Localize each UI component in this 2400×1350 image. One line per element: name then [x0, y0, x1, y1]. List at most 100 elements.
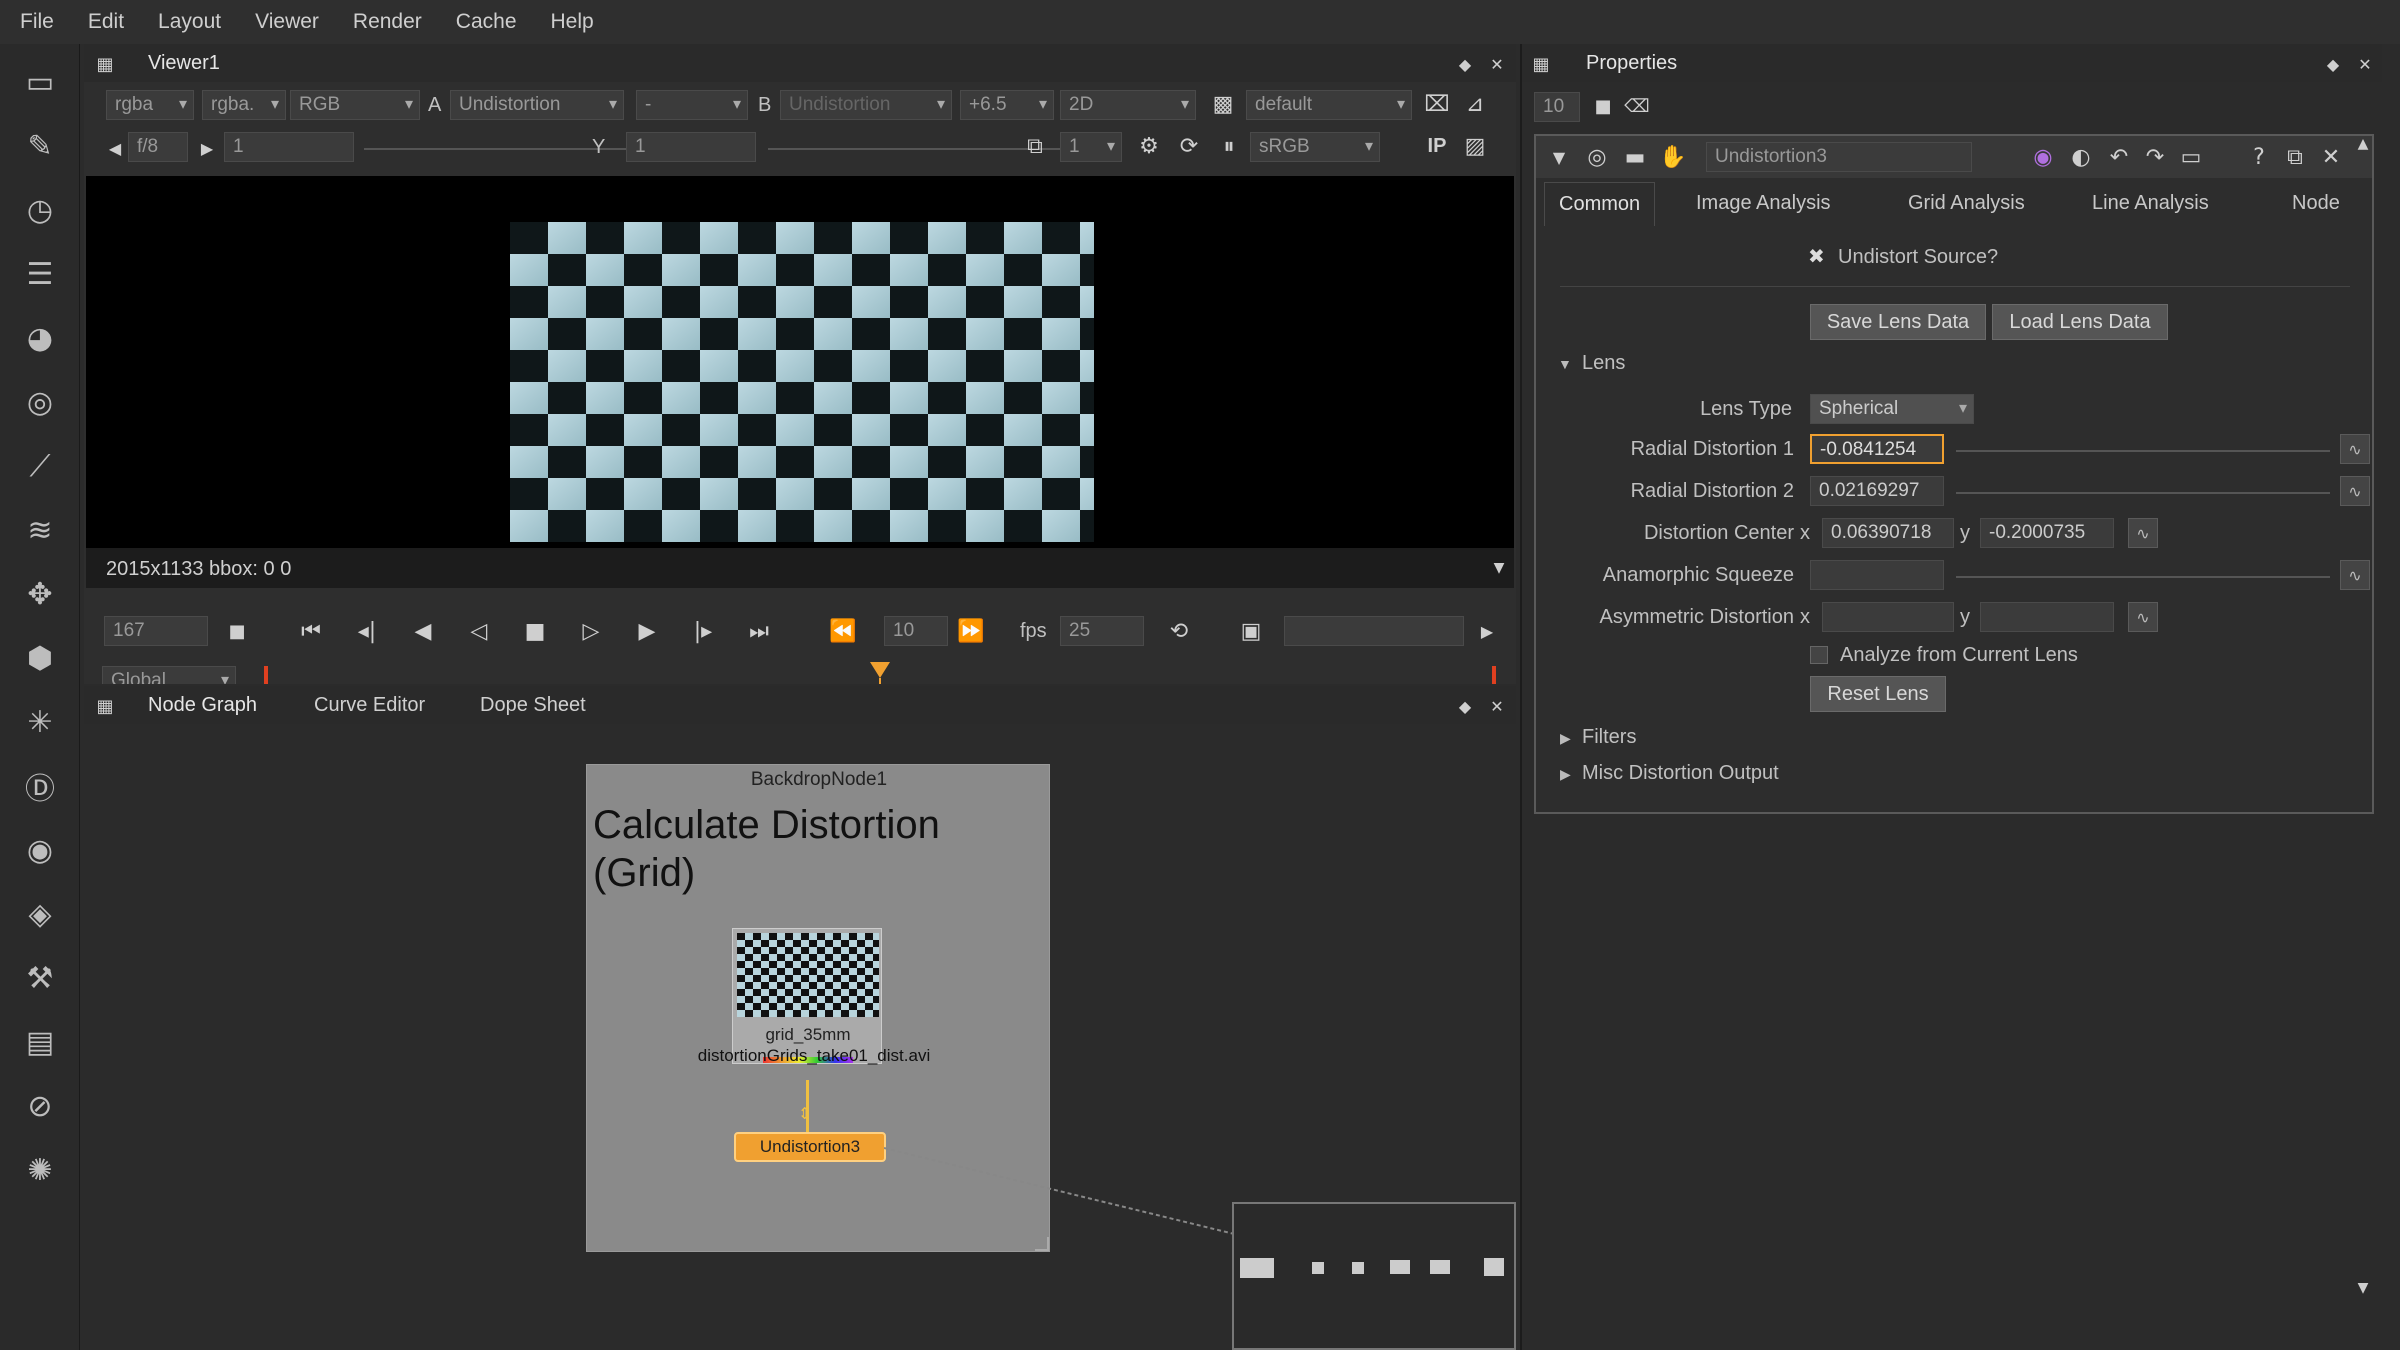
refresh-icon[interactable]: ⟳ — [1170, 128, 1208, 164]
toolsets-icon[interactable]: ⚒ — [18, 956, 62, 1000]
wipe-icon[interactable]: ▨ — [1456, 128, 1494, 164]
prev-keyframe-icon[interactable]: ◂| — [348, 613, 386, 649]
prev-frame-icon[interactable]: ◀ — [404, 613, 442, 649]
proxy-dropdown[interactable]: 1 — [1060, 132, 1122, 162]
lower-close-icon[interactable]: ✕ — [1478, 688, 1516, 724]
a-input-dropdown[interactable]: Undistortion — [450, 90, 624, 120]
proxy-icon[interactable]: ⧉ — [1016, 128, 1054, 164]
radial-distortion-2-slider[interactable] — [1956, 492, 2330, 494]
lock-icon[interactable]: ■ — [218, 613, 256, 649]
draw-icon[interactable]: ✎ — [18, 124, 62, 168]
image-read-icon[interactable]: ▭ — [18, 60, 62, 104]
step-forward-icon[interactable]: ⏩ — [952, 613, 990, 649]
tab-viewer1[interactable]: Viewer1 — [130, 52, 238, 75]
composite-dropdown[interactable]: - — [636, 90, 748, 120]
particles-icon[interactable]: ✳ — [18, 700, 62, 744]
node-color-icon[interactable]: ◉ — [2024, 139, 2062, 175]
close-icon[interactable]: ✕ — [1478, 46, 1516, 82]
radial-distortion-2-field[interactable]: 0.02169297 — [1810, 476, 1944, 506]
gpu-icon[interactable]: ⚙ — [1130, 128, 1168, 164]
viewer-node[interactable] — [1232, 1202, 1516, 1350]
flipbook-icon[interactable]: ▣ — [1232, 613, 1270, 649]
view-mode-dropdown[interactable]: 2D — [1060, 90, 1196, 120]
input-process-button[interactable]: IP — [1418, 128, 1456, 164]
lens-type-dropdown[interactable]: Spherical — [1810, 394, 1974, 424]
load-lens-button[interactable]: Load Lens Data — [1992, 304, 2168, 340]
step-back-icon[interactable]: ⏪ — [824, 613, 862, 649]
step-field[interactable]: 10 — [884, 616, 948, 646]
color-icon[interactable]: ◕ — [18, 316, 62, 360]
fps-field[interactable]: 25 — [1060, 616, 1144, 646]
anamorphic-animation-icon[interactable]: ∿ — [2340, 560, 2370, 590]
properties-close-icon[interactable]: ✕ — [2346, 46, 2384, 82]
viewer-canvas[interactable] — [86, 176, 1514, 548]
input-toggle-icon[interactable]: ▬ — [1616, 139, 1654, 175]
tab-curve-editor[interactable]: Curve Editor — [296, 694, 443, 717]
scroll-up-icon[interactable]: ▲ — [2344, 126, 2382, 162]
timeline-menu-icon[interactable]: ▶ — [1468, 613, 1506, 649]
metadata-icon[interactable]: ◈ — [18, 892, 62, 936]
help-icon[interactable]: ? — [2240, 139, 2278, 175]
max-panels-field[interactable]: 10 — [1534, 92, 1580, 122]
b-input-dropdown[interactable]: Undistortion — [780, 90, 952, 120]
read-node[interactable]: grid_35mm — [732, 928, 882, 1064]
transform-icon[interactable]: ✥ — [18, 572, 62, 616]
menu-edit[interactable]: Edit — [88, 10, 124, 34]
asymmetric-y-field[interactable] — [1980, 602, 2114, 632]
radial-distortion-1-field[interactable]: -0.0841254 — [1810, 434, 1944, 464]
asymmetric-animation-icon[interactable]: ∿ — [2128, 602, 2158, 632]
pause-icon[interactable]: ⏸ — [1210, 128, 1248, 164]
revert-icon[interactable]: ▭ — [2172, 139, 2210, 175]
tab-node[interactable]: Node — [2292, 192, 2340, 215]
scroll-down-icon[interactable]: ▼ — [2344, 1270, 2382, 1306]
layer-dropdown[interactable]: RGB — [290, 90, 420, 120]
furnace-icon[interactable]: ⊘ — [18, 1084, 62, 1128]
deep-icon[interactable]: Ⓓ — [18, 764, 62, 808]
properties-menu-icon[interactable]: ▦ — [1522, 46, 1560, 82]
tab-dope-sheet[interactable]: Dope Sheet — [462, 694, 604, 717]
tab-grid-analysis[interactable]: Grid Analysis — [1908, 192, 2025, 215]
lut-dropdown[interactable]: default — [1246, 90, 1412, 120]
3d-icon[interactable]: ⬢ — [18, 636, 62, 680]
channel-icon[interactable]: ☰ — [18, 252, 62, 296]
viewer-node-input-5[interactable] — [1430, 1260, 1450, 1274]
loop-icon[interactable]: ⟲ — [1160, 613, 1198, 649]
anamorphic-squeeze-field[interactable] — [1810, 560, 1944, 590]
radial-1-animation-icon[interactable]: ∿ — [2340, 434, 2370, 464]
merge-icon[interactable]: ≋ — [18, 508, 62, 552]
radial-2-animation-icon[interactable]: ∿ — [2340, 476, 2370, 506]
color-picker-icon[interactable]: ✋ — [1654, 139, 1692, 175]
undo-icon[interactable]: ↶ — [2100, 139, 2138, 175]
reset-lens-button[interactable]: Reset Lens — [1810, 676, 1946, 712]
lock-panels-icon[interactable]: ■ — [1584, 88, 1622, 124]
menu-file[interactable]: File — [20, 10, 54, 34]
tab-properties[interactable]: Properties — [1568, 52, 1695, 75]
anamorphic-squeeze-slider[interactable] — [1956, 576, 2330, 578]
fstop-right-icon[interactable]: ▶ — [188, 130, 226, 166]
menu-viewer[interactable]: Viewer — [255, 10, 319, 34]
node-tile-color-icon[interactable]: ◐ — [2062, 139, 2100, 175]
next-keyframe-icon[interactable]: |▸ — [684, 613, 722, 649]
colorspace-dropdown[interactable]: sRGB — [1250, 132, 1380, 162]
gamma-field[interactable]: 1 — [626, 132, 756, 162]
last-frame-icon[interactable]: ⏭ — [740, 613, 778, 649]
viewer-node-input-2[interactable] — [1312, 1262, 1324, 1274]
keyer-icon[interactable]: ⟋ — [18, 444, 62, 488]
gain-slider[interactable] — [364, 148, 664, 150]
menu-render[interactable]: Render — [353, 10, 422, 34]
panel-menu-icon[interactable]: ▦ — [86, 46, 124, 82]
fstop-field[interactable]: f/8 — [128, 132, 188, 162]
plugins-icon[interactable]: ✺ — [18, 1148, 62, 1192]
other-icon[interactable]: ▤ — [18, 1020, 62, 1064]
node-name-field[interactable]: Undistortion3 — [1706, 142, 1972, 172]
views-icon[interactable]: ◉ — [18, 828, 62, 872]
analyze-from-lens-checkbox[interactable] — [1810, 646, 1828, 664]
play-forward-icon[interactable]: ▷ — [572, 613, 610, 649]
tab-image-analysis[interactable]: Image Analysis — [1696, 192, 1831, 215]
float-node-icon[interactable]: ⧉ — [2276, 139, 2314, 175]
tab-common[interactable]: Common — [1544, 182, 1656, 226]
menu-help[interactable]: Help — [551, 10, 594, 34]
asymmetric-x-field[interactable] — [1822, 602, 1954, 632]
clear-panels-icon[interactable]: ⌫ — [1618, 88, 1656, 124]
filters-expand-icon[interactable]: ▶ — [1560, 730, 1571, 747]
